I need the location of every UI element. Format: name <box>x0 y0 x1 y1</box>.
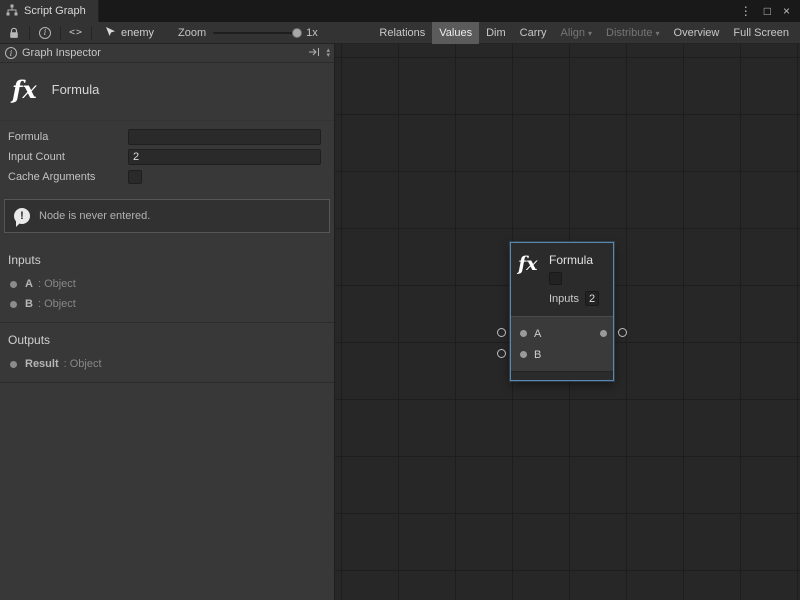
scroll-arrows[interactable]: ▴ ▾ <box>326 48 332 58</box>
window-controls: ⋮ □ × <box>740 0 800 22</box>
warning-icon: ! <box>14 208 30 224</box>
input-port-a-icon[interactable] <box>520 330 527 337</box>
node-formula-input[interactable] <box>549 272 562 285</box>
graph-toolbar: i <> enemy Zoom 1x Relations Val <box>0 22 800 44</box>
unit-title-block: fx Formula <box>0 63 334 121</box>
distribute-dropdown[interactable]: Distribute ▾ <box>599 22 666 44</box>
node-footer <box>511 371 613 380</box>
info-icon: i <box>5 47 17 59</box>
toolbar-buttons: Relations Values Dim Carry Align ▾ Distr… <box>372 22 796 43</box>
port-dot-icon <box>10 281 17 288</box>
zoom-slider-handle[interactable] <box>292 28 302 38</box>
input-pin-row: A : Object <box>0 274 334 294</box>
zoom-slider[interactable] <box>213 32 299 34</box>
inputs-section-header: Inputs <box>0 249 334 274</box>
inspector-fields: Formula Input Count Cache Arguments <box>0 121 334 187</box>
tab-strip: Script Graph ⋮ □ × <box>0 0 800 22</box>
window-content: i Graph Inspector ▴ ▾ fx Formula <box>0 44 800 600</box>
external-port-a-icon[interactable] <box>497 328 506 337</box>
port-dot-icon <box>10 301 17 308</box>
dock-panel-icon[interactable] <box>308 47 321 60</box>
overview-button[interactable]: Overview <box>667 22 727 44</box>
formula-node-header[interactable]: fx Formula Inputs 2 <box>511 243 613 316</box>
align-dropdown[interactable]: Align ▾ <box>554 22 599 44</box>
output-port-result-icon[interactable] <box>600 330 607 337</box>
toolbar-separator <box>60 26 61 40</box>
graph-asset-icon <box>105 26 116 40</box>
chevron-down-icon: ▾ <box>588 29 592 38</box>
unity-graph-window: Script Graph ⋮ □ × i <> <box>0 0 800 600</box>
formula-fx-icon: fx <box>12 75 37 104</box>
input-count-field-row: Input Count <box>8 149 321 165</box>
port-dot-icon <box>10 361 17 368</box>
node-input-count-field[interactable]: 2 <box>585 291 599 306</box>
inspector-toggle-icon[interactable]: i <box>35 24 55 42</box>
external-port-b-icon[interactable] <box>497 349 506 358</box>
outputs-section: Outputs Result : Object <box>0 323 334 383</box>
cache-arguments-label: Cache Arguments <box>8 171 128 183</box>
tabstrip-spacer <box>99 0 740 22</box>
close-icon[interactable]: × <box>783 4 790 18</box>
values-button[interactable]: Values <box>432 22 479 44</box>
formula-fx-icon: fx <box>518 253 542 306</box>
input-count-label: Input Count <box>8 151 128 163</box>
input-count-input[interactable] <box>128 149 321 165</box>
warning-text: Node is never entered. <box>39 210 150 222</box>
zoom-control: Zoom 1x <box>178 27 318 39</box>
port-row-a: A <box>511 323 613 344</box>
unit-title: Formula <box>52 82 100 97</box>
graph-breadcrumb[interactable]: enemy <box>105 26 154 40</box>
external-port-result-icon[interactable] <box>618 328 627 337</box>
formula-field-row: Formula <box>8 129 321 145</box>
inspector-header: i Graph Inspector ▴ ▾ <box>0 44 334 63</box>
outputs-section-header: Outputs <box>0 329 334 354</box>
script-graph-icon <box>6 4 18 19</box>
inputs-section: Inputs A : Object B : Object <box>0 243 334 323</box>
inspector-header-title: Graph Inspector <box>22 47 101 59</box>
node-title: Formula <box>549 253 599 267</box>
lock-icon[interactable] <box>4 24 24 42</box>
chevron-down-icon: ▾ <box>656 29 660 38</box>
relations-button[interactable]: Relations <box>372 22 432 44</box>
node-inputs-label: Inputs <box>549 293 579 305</box>
input-pin-row: B : Object <box>0 294 334 314</box>
graph-name: enemy <box>121 27 154 39</box>
cache-arguments-field-row: Cache Arguments <box>8 169 321 185</box>
zoom-value: 1x <box>306 27 318 39</box>
tab-title: Script Graph <box>24 5 86 17</box>
formula-node[interactable]: fx Formula Inputs 2 A <box>510 242 614 381</box>
formula-input[interactable] <box>128 129 321 145</box>
carry-button[interactable]: Carry <box>513 22 554 44</box>
formula-field-label: Formula <box>8 131 128 143</box>
scroll-down-icon[interactable]: ▾ <box>326 53 330 58</box>
toolbar-separator <box>91 26 92 40</box>
code-view-icon[interactable]: <> <box>66 24 86 42</box>
port-row-b: B <box>511 344 613 365</box>
toolbar-separator <box>29 26 30 40</box>
node-ports: A B <box>511 316 613 371</box>
output-pin-row: Result : Object <box>0 354 334 374</box>
dim-button[interactable]: Dim <box>479 22 513 44</box>
tab-script-graph[interactable]: Script Graph <box>0 0 99 22</box>
zoom-label: Zoom <box>178 27 206 39</box>
maximize-icon[interactable]: □ <box>764 4 771 18</box>
node-inputs-row: Inputs 2 <box>549 291 599 306</box>
input-port-b-icon[interactable] <box>520 351 527 358</box>
window-menu-icon[interactable]: ⋮ <box>740 4 752 18</box>
graph-inspector-panel: i Graph Inspector ▴ ▾ fx Formula <box>0 44 335 600</box>
graph-canvas[interactable]: fx Formula Inputs 2 A <box>335 44 800 600</box>
full-screen-button[interactable]: Full Screen <box>726 22 796 44</box>
cache-arguments-checkbox[interactable] <box>128 170 142 184</box>
warning-banner: ! Node is never entered. <box>4 199 330 233</box>
